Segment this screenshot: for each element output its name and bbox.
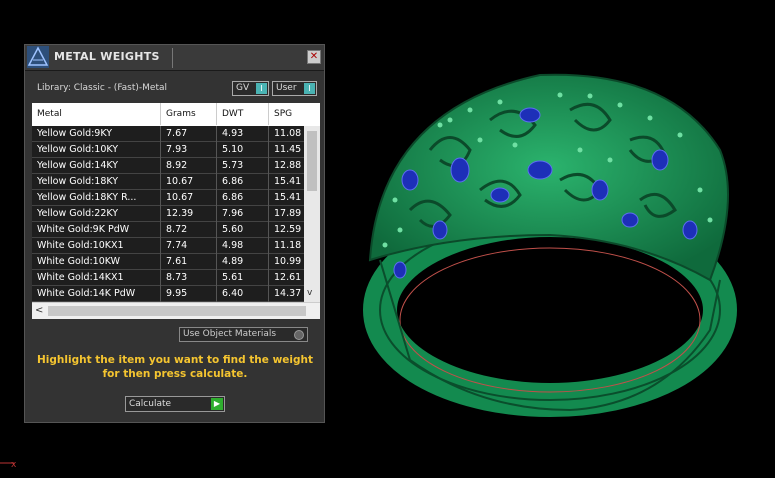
column-divider[interactable] (160, 103, 161, 125)
cell-dwt: 4.93 (222, 128, 244, 139)
gv-toggle-box[interactable]: I (256, 83, 267, 94)
column-header-spg[interactable]: SPG (274, 109, 292, 119)
user-toggle[interactable]: User I (272, 81, 317, 96)
cell-spg: 17.89 (274, 208, 302, 219)
column-divider[interactable] (216, 103, 217, 125)
cell-spg: 12.88 (274, 160, 302, 171)
table-row[interactable]: White Gold:10KW 7.61 4.89 10.99 (32, 254, 304, 270)
cell-metal: White Gold:10KX1 (37, 240, 124, 251)
cell-metal: Yellow Gold:18KY (37, 176, 119, 187)
panel-title: METAL WEIGHTS (54, 50, 160, 63)
cell-dwt: 5.73 (222, 160, 244, 171)
table-body: Yellow Gold:9KY 7.67 4.93 11.08 Yellow G… (32, 126, 304, 302)
cell-dwt: 5.61 (222, 272, 244, 283)
cell-dwt: 4.89 (222, 256, 244, 267)
cell-metal: White Gold:10KW (37, 256, 121, 267)
user-toggle-box[interactable]: I (304, 83, 315, 94)
cell-dwt: 7.96 (222, 208, 244, 219)
cell-spg: 11.18 (274, 240, 302, 251)
app-logo-icon (27, 46, 49, 68)
gv-toggle[interactable]: GV I (232, 81, 269, 96)
cell-grams: 8.92 (166, 160, 188, 171)
cell-metal: Yellow Gold:9KY (37, 128, 113, 139)
use-object-materials-option[interactable]: Use Object Materials (179, 327, 308, 342)
cell-metal: Yellow Gold:14KY (37, 160, 119, 171)
cell-grams: 8.73 (166, 272, 188, 283)
column-divider (268, 126, 269, 302)
user-toggle-label: User (276, 83, 297, 93)
table-row[interactable]: Yellow Gold:22KY 12.39 7.96 17.89 (32, 206, 304, 222)
table-row[interactable]: White Gold:14K PdW 9.95 6.40 14.37 (32, 286, 304, 302)
ring-3d-model[interactable] (340, 30, 770, 470)
table-row[interactable]: Yellow Gold:10KY 7.93 5.10 11.45 (32, 142, 304, 158)
cell-spg: 14.37 (274, 288, 302, 299)
table-row[interactable]: White Gold:14KX1 8.73 5.61 12.61 (32, 270, 304, 286)
cell-grams: 7.61 (166, 256, 188, 267)
scroll-left-icon[interactable]: < (35, 305, 43, 316)
cell-metal: White Gold:9K PdW (37, 224, 130, 235)
cell-metal: Yellow Gold:10KY (37, 144, 119, 155)
calculate-label: Calculate (129, 399, 172, 409)
column-header-dwt[interactable]: DWT (222, 109, 243, 119)
cell-spg: 10.99 (274, 256, 302, 267)
cell-spg: 12.59 (274, 224, 302, 235)
cell-spg: 15.41 (274, 192, 302, 203)
library-label: Library: Classic - (Fast)-Metal (37, 83, 168, 93)
cell-grams: 12.39 (166, 208, 194, 219)
gv-toggle-label: GV (236, 83, 250, 93)
title-divider (172, 48, 173, 68)
table-row[interactable]: White Gold:9K PdW 8.72 5.60 12.59 (32, 222, 304, 238)
horizontal-scroll-thumb[interactable] (48, 306, 306, 316)
vertical-scroll-thumb[interactable] (307, 131, 317, 191)
cell-spg: 12.61 (274, 272, 302, 283)
column-header-grams[interactable]: Grams (166, 109, 196, 119)
table-header: Metal Grams DWT SPG (32, 103, 320, 125)
table-row[interactable]: Yellow Gold:18KY R... 10.67 6.86 15.41 (32, 190, 304, 206)
cell-metal: White Gold:14KX1 (37, 272, 124, 283)
cell-grams: 10.67 (166, 176, 194, 187)
table-row[interactable]: Yellow Gold:9KY 7.67 4.93 11.08 (32, 126, 304, 142)
column-divider[interactable] (268, 103, 269, 125)
scroll-down-icon[interactable]: v (307, 288, 312, 298)
cell-spg: 11.45 (274, 144, 302, 155)
cell-dwt: 6.86 (222, 176, 244, 187)
use-object-materials-label: Use Object Materials (183, 329, 277, 339)
column-divider (216, 126, 217, 302)
calculate-button[interactable]: Calculate ▶ (125, 396, 225, 412)
close-icon[interactable]: ✕ (307, 50, 321, 64)
cell-grams: 7.67 (166, 128, 188, 139)
cell-dwt: 6.40 (222, 288, 244, 299)
help-text: Highlight the item you want to find the … (37, 354, 313, 380)
column-header-metal[interactable]: Metal (37, 109, 62, 119)
cell-grams: 8.72 (166, 224, 188, 235)
column-divider (160, 126, 161, 302)
cell-spg: 15.41 (274, 176, 302, 187)
cell-metal: Yellow Gold:18KY R... (37, 192, 137, 203)
cell-grams: 7.93 (166, 144, 188, 155)
metal-table[interactable]: Metal Grams DWT SPG Yellow Gold:9KY 7.67… (32, 103, 320, 319)
cell-dwt: 5.60 (222, 224, 244, 235)
svg-text:x: x (11, 460, 17, 470)
cell-dwt: 5.10 (222, 144, 244, 155)
cell-metal: White Gold:14K PdW (37, 288, 136, 299)
cell-grams: 9.95 (166, 288, 188, 299)
cell-dwt: 4.98 (222, 240, 244, 251)
cell-metal: Yellow Gold:22KY (37, 208, 119, 219)
calculate-arrow-icon[interactable]: ▶ (211, 398, 223, 410)
metal-weights-panel: METAL WEIGHTS ✕ Library: Classic - (Fast… (24, 44, 325, 423)
table-row[interactable]: White Gold:10KX1 7.74 4.98 11.18 (32, 238, 304, 254)
panel-titlebar[interactable]: METAL WEIGHTS ✕ (25, 45, 324, 71)
cell-dwt: 6.86 (222, 192, 244, 203)
radio-icon[interactable] (294, 330, 304, 340)
cell-grams: 7.74 (166, 240, 188, 251)
table-row[interactable]: Yellow Gold:18KY 10.67 6.86 15.41 (32, 174, 304, 190)
axis-icon: x (0, 460, 17, 470)
cell-spg: 11.08 (274, 128, 302, 139)
vertical-scrollbar[interactable]: v (304, 126, 320, 302)
table-row[interactable]: Yellow Gold:14KY 8.92 5.73 12.88 (32, 158, 304, 174)
horizontal-scrollbar[interactable]: < (32, 302, 320, 319)
cell-grams: 10.67 (166, 192, 194, 203)
